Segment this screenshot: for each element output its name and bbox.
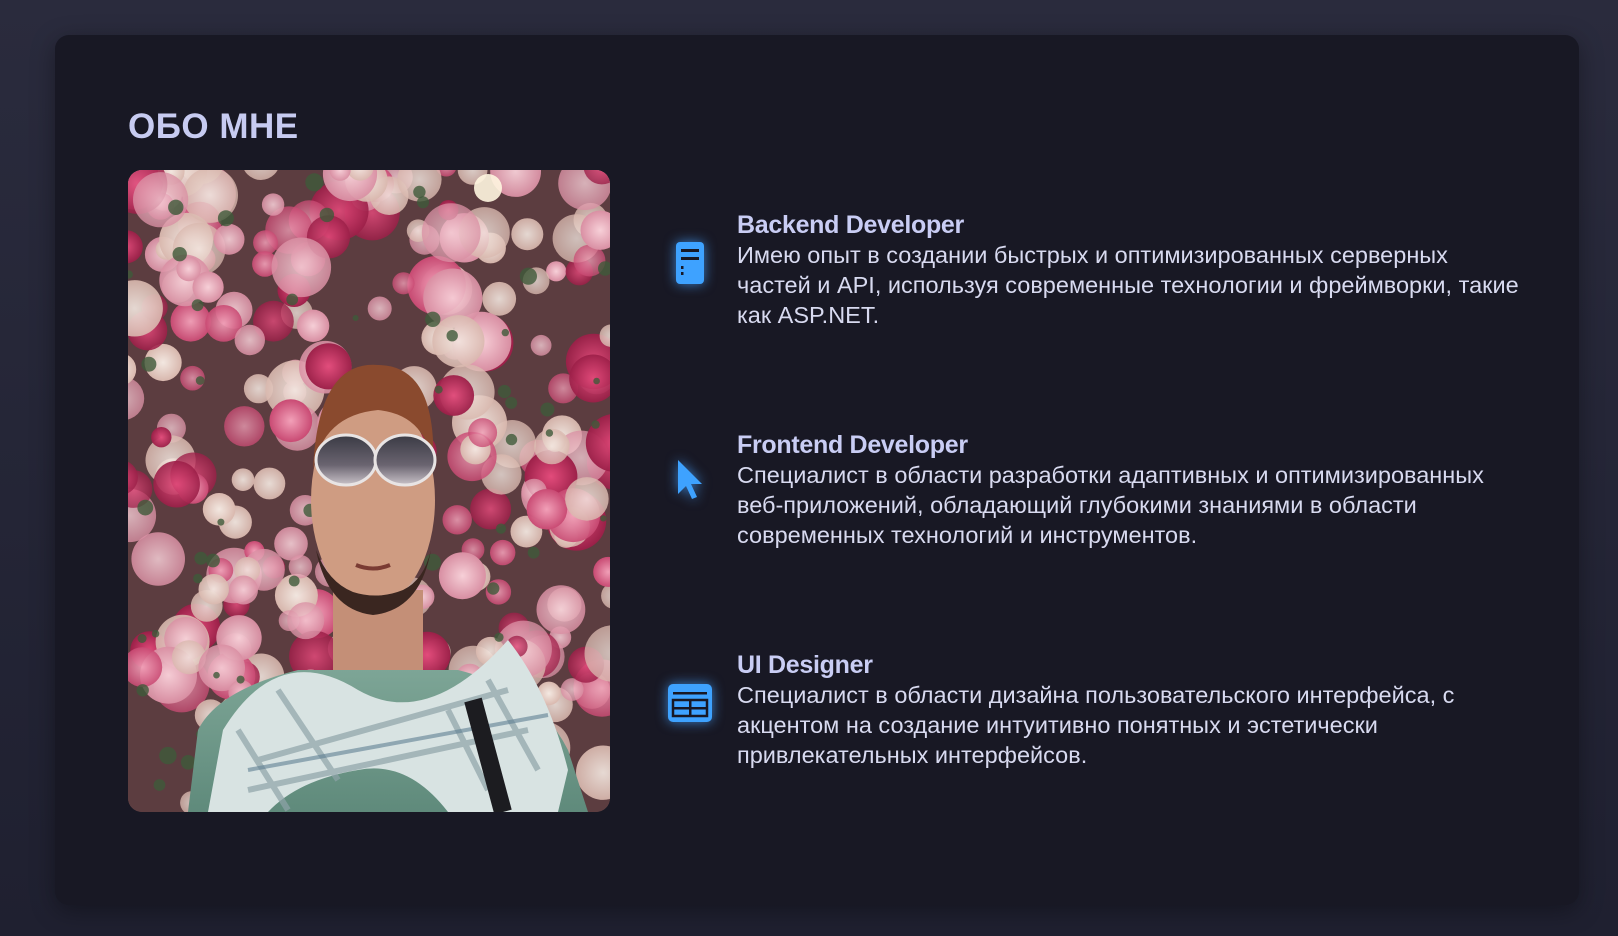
section-title: ОБО МНЕ [128,107,299,146]
cursor-icon [665,455,715,505]
skill-text: UI Designer Специалист в области дизайна… [737,650,1527,770]
layout-icon [665,678,715,728]
profile-photo [128,170,610,812]
skill-description: Имею опыт в создании быстрых и оптимизир… [737,242,1519,328]
skill-title: UI Designer [737,651,873,679]
skill-title: Backend Developer [737,211,964,239]
skill-description: Специалист в области дизайна пользовател… [737,682,1455,768]
server-icon [665,238,715,288]
skill-description: Специалист в области разработки адаптивн… [737,462,1484,548]
about-card: ОБО МНЕ Backend Developer Имею опыт в со… [55,35,1579,905]
skill-title: Frontend Developer [737,431,968,459]
skill-text: Backend Developer Имею опыт в создании б… [737,210,1527,330]
skill-text: Frontend Developer Специалист в области … [737,430,1527,550]
